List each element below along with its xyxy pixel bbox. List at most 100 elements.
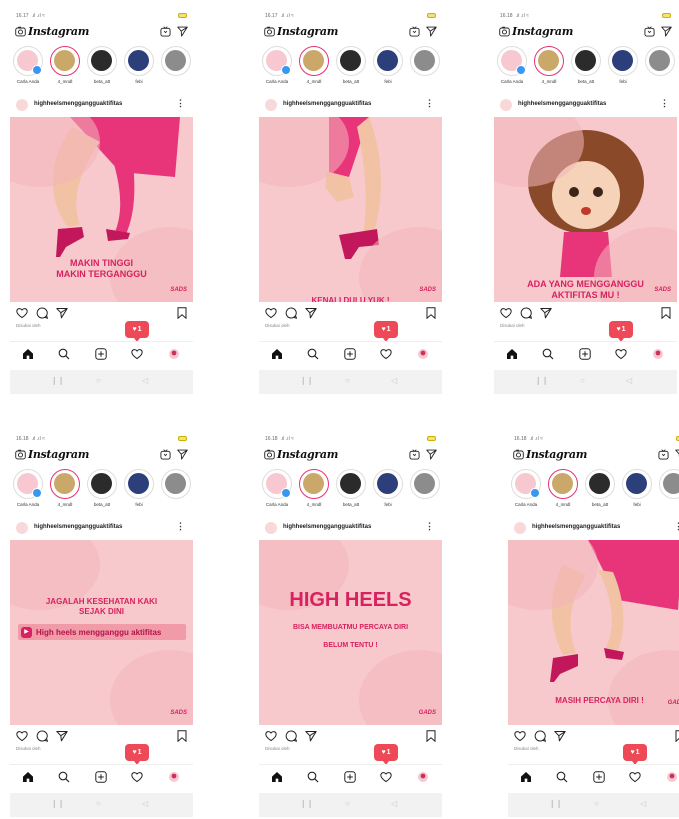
more-options-icon[interactable]: ⋮ bbox=[660, 98, 669, 109]
back-icon[interactable]: ◁ bbox=[391, 376, 397, 385]
bookmark-icon[interactable] bbox=[425, 307, 437, 319]
story-avatar[interactable] bbox=[410, 46, 440, 76]
comment-icon[interactable] bbox=[285, 730, 297, 742]
bookmark-icon[interactable] bbox=[176, 730, 188, 742]
post-image[interactable]: ADA YANG MENGGANGGU AKTIFITAS MU ! SADS bbox=[494, 117, 677, 302]
story-item[interactable]: beta_att bbox=[334, 469, 368, 513]
author-name[interactable]: highheelsmenggangguaktifitas bbox=[283, 101, 371, 107]
more-options-icon[interactable]: ⋮ bbox=[674, 521, 679, 532]
comment-icon[interactable] bbox=[36, 307, 48, 319]
share-icon[interactable] bbox=[56, 730, 68, 742]
story-item[interactable]: beta_att bbox=[569, 46, 603, 90]
video-tag[interactable]: ▶ High heels mengganggu aktifitas bbox=[18, 624, 186, 640]
home-button-icon[interactable]: ○ bbox=[580, 376, 585, 385]
story-item[interactable] bbox=[159, 469, 193, 513]
story-avatar[interactable] bbox=[87, 46, 117, 76]
story-avatar[interactable] bbox=[161, 46, 191, 76]
back-icon[interactable]: ◁ bbox=[640, 799, 646, 808]
story-item[interactable] bbox=[657, 469, 679, 513]
profile-icon[interactable] bbox=[417, 348, 429, 360]
more-options-icon[interactable]: ⋮ bbox=[176, 521, 185, 532]
post-image[interactable]: KENALI DULU YUK ! SADS bbox=[259, 117, 442, 302]
search-icon[interactable] bbox=[307, 771, 319, 783]
story-avatar[interactable] bbox=[50, 46, 80, 76]
author-avatar[interactable] bbox=[16, 99, 28, 111]
author-name[interactable]: highheelsmenggangguaktifitas bbox=[518, 101, 606, 107]
like-icon[interactable] bbox=[265, 730, 277, 742]
back-icon[interactable]: ◁ bbox=[142, 799, 148, 808]
search-icon[interactable] bbox=[58, 771, 70, 783]
story-item[interactable]: 4_mndl bbox=[48, 46, 82, 90]
post-image[interactable]: HIGH HEELS BISA MEMBUATMU PERCAYA DIRI BEL… bbox=[259, 540, 442, 725]
story-item[interactable]: Carla Anda bbox=[260, 469, 294, 513]
post-image[interactable]: JAGALAH KESEHATAN KAKI SEJAK DINI ▶ High he… bbox=[10, 540, 193, 725]
recent-apps-icon[interactable]: ❙❙ bbox=[535, 376, 548, 385]
add-story-icon[interactable] bbox=[32, 488, 42, 498]
author-avatar[interactable] bbox=[500, 99, 512, 111]
direct-message-icon[interactable] bbox=[661, 26, 672, 37]
more-options-icon[interactable]: ⋮ bbox=[176, 98, 185, 109]
home-button-icon[interactable]: ○ bbox=[594, 799, 599, 808]
home-icon[interactable] bbox=[506, 348, 518, 360]
more-options-icon[interactable]: ⋮ bbox=[425, 98, 434, 109]
activity-icon[interactable] bbox=[131, 771, 143, 783]
instagram-logo[interactable]: Instagram bbox=[526, 448, 587, 461]
story-item[interactable]: Carla Anda bbox=[11, 46, 45, 90]
story-avatar[interactable] bbox=[534, 46, 564, 76]
home-icon[interactable] bbox=[271, 348, 283, 360]
comment-icon[interactable] bbox=[36, 730, 48, 742]
bookmark-icon[interactable] bbox=[674, 730, 679, 742]
story-avatar[interactable] bbox=[548, 469, 578, 499]
comment-icon[interactable] bbox=[534, 730, 546, 742]
author-avatar[interactable] bbox=[265, 99, 277, 111]
like-icon[interactable] bbox=[265, 307, 277, 319]
story-item[interactable]: febi bbox=[122, 46, 156, 90]
share-icon[interactable] bbox=[540, 307, 552, 319]
instagram-logo[interactable]: Instagram bbox=[277, 25, 338, 38]
search-icon[interactable] bbox=[556, 771, 568, 783]
comment-icon[interactable] bbox=[285, 307, 297, 319]
story-item[interactable] bbox=[159, 46, 193, 90]
igtv-icon[interactable] bbox=[644, 26, 655, 37]
story-item[interactable]: Carla Anda bbox=[509, 469, 543, 513]
home-button-icon[interactable]: ○ bbox=[345, 376, 350, 385]
igtv-icon[interactable] bbox=[658, 449, 669, 460]
story-avatar[interactable] bbox=[585, 469, 615, 499]
back-icon[interactable]: ◁ bbox=[626, 376, 632, 385]
profile-icon[interactable] bbox=[168, 348, 180, 360]
story-item[interactable]: febi bbox=[606, 46, 640, 90]
camera-icon[interactable] bbox=[513, 449, 524, 460]
home-button-icon[interactable]: ○ bbox=[96, 376, 101, 385]
home-icon[interactable] bbox=[22, 771, 34, 783]
author-name[interactable]: highheelsmenggangguaktifitas bbox=[532, 524, 620, 530]
direct-message-icon[interactable] bbox=[426, 26, 437, 37]
search-icon[interactable] bbox=[542, 348, 554, 360]
home-icon[interactable] bbox=[520, 771, 532, 783]
post-image[interactable]: MASIH PERCAYA DIRI ! GADS bbox=[508, 540, 679, 725]
share-icon[interactable] bbox=[305, 730, 317, 742]
activity-icon[interactable] bbox=[380, 348, 392, 360]
camera-icon[interactable] bbox=[15, 449, 26, 460]
camera-icon[interactable] bbox=[264, 26, 275, 37]
bookmark-icon[interactable] bbox=[660, 307, 672, 319]
story-item[interactable]: febi bbox=[620, 469, 654, 513]
like-icon[interactable] bbox=[500, 307, 512, 319]
like-icon[interactable] bbox=[514, 730, 526, 742]
add-post-icon[interactable] bbox=[344, 348, 356, 360]
activity-icon[interactable] bbox=[131, 348, 143, 360]
search-icon[interactable] bbox=[307, 348, 319, 360]
activity-icon[interactable] bbox=[615, 348, 627, 360]
add-post-icon[interactable] bbox=[579, 348, 591, 360]
story-item[interactable]: Carla Anda bbox=[11, 469, 45, 513]
search-icon[interactable] bbox=[58, 348, 70, 360]
home-icon[interactable] bbox=[271, 771, 283, 783]
author-name[interactable]: highheelsmenggangguaktifitas bbox=[34, 524, 122, 530]
igtv-icon[interactable] bbox=[160, 26, 171, 37]
add-story-icon[interactable] bbox=[530, 488, 540, 498]
story-item[interactable] bbox=[408, 46, 442, 90]
home-button-icon[interactable]: ○ bbox=[96, 799, 101, 808]
add-post-icon[interactable] bbox=[95, 771, 107, 783]
more-options-icon[interactable]: ⋮ bbox=[425, 521, 434, 532]
author-name[interactable]: highheelsmenggangguaktifitas bbox=[283, 524, 371, 530]
profile-icon[interactable] bbox=[417, 771, 429, 783]
